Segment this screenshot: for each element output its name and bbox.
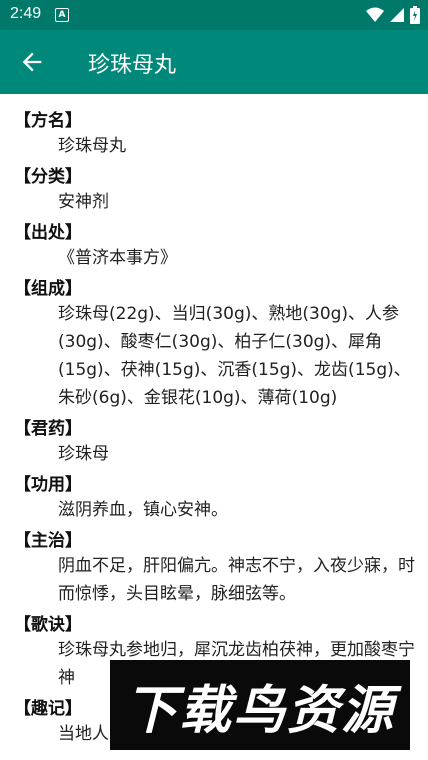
watermark-text: 下载鸟资源 [124,681,395,741]
back-arrow-icon[interactable] [18,48,46,76]
section-text-category: 安神剂 [58,192,109,212]
section-label-composition: 【组成】 [14,279,82,299]
status-icons [366,6,420,24]
section-text-function: 滋阴养血，镇心安神。 [58,500,228,520]
section-label-verse: 【歌诀】 [14,615,82,635]
section-label-source: 【出处】 [14,223,82,243]
status-bar: 2:49 A [0,0,428,30]
section-text-monarch-herb: 珍珠母 [58,444,109,464]
watermark-logo: 下载鸟资源 [110,660,410,750]
page-title: 珍珠母丸 [88,53,177,78]
battery-icon [410,6,420,24]
section-label-category: 【分类】 [14,167,82,187]
section-text-composition: 珍珠母(22g)、当归(30g)、熟地(30g)、人参(30g)、酸枣仁(30g… [58,304,411,408]
wifi-icon [366,7,384,22]
notification-icon: A [55,8,69,22]
section-label-function: 【功用】 [14,475,82,495]
section-label-indication: 【主治】 [14,531,82,551]
section-text-name: 珍珠母丸 [58,136,126,156]
signal-icon [390,8,404,22]
status-time: 2:49 [10,5,42,22]
section-text-source: 《普济本事方》 [58,248,177,268]
section-text-indication: 阴血不足，肝阳偏亢。神志不宁，入夜少寐，时而惊悸，头目眩晕，脉细弦等。 [58,556,415,604]
app-bar: 珍珠母丸 [0,30,428,94]
section-label-mnemonic: 【趣记】 [14,699,82,719]
section-label-monarch-herb: 【君药】 [14,419,82,439]
section-label-name: 【方名】 [14,111,82,131]
